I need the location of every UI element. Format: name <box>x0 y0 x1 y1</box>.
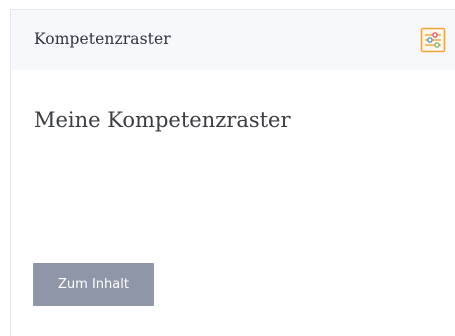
kompetenzraster-panel: Kompetenzraster Meine Kompetenzraster Zu… <box>10 9 455 336</box>
go-to-content-button[interactable]: Zum Inhalt <box>33 263 154 306</box>
sliders-icon <box>420 27 446 53</box>
panel-title: Kompetenzraster <box>34 30 171 48</box>
page-heading: Meine Kompetenzraster <box>34 108 291 132</box>
panel-settings-button[interactable] <box>419 26 447 54</box>
panel-header: Kompetenzraster <box>11 10 455 70</box>
